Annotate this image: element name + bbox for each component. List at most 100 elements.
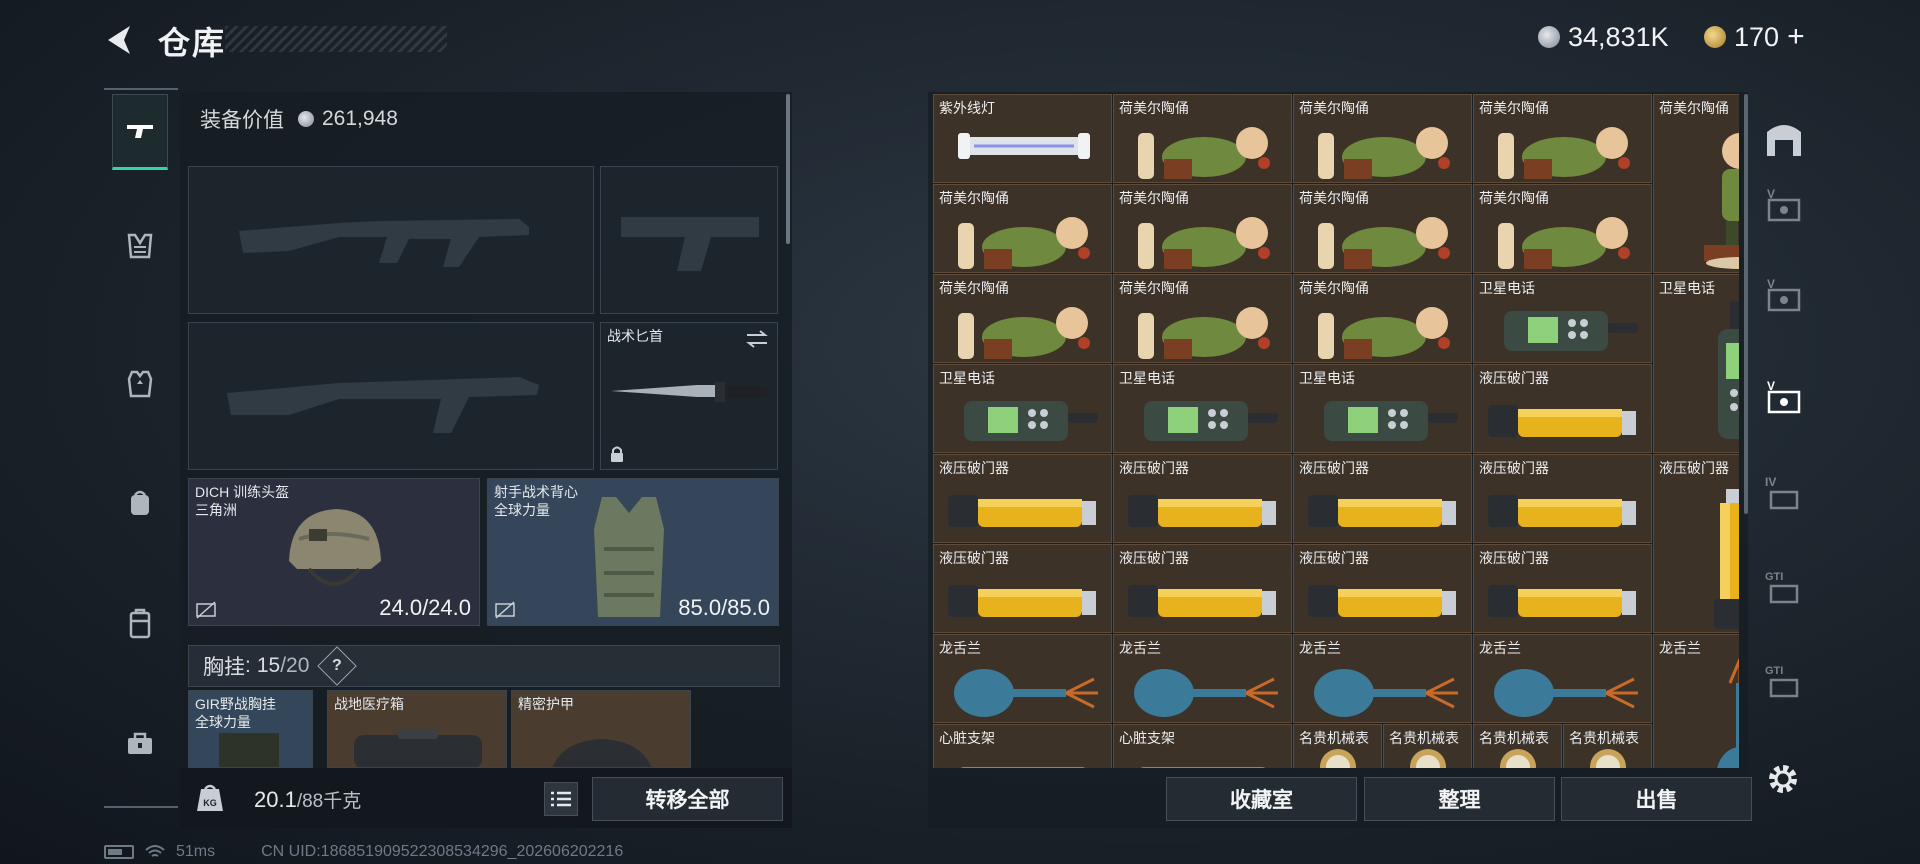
storage-cell[interactable]: 液压破门器 [1473, 364, 1652, 453]
item-name: 荷美尔陶俑 [939, 280, 1009, 296]
watch-icon [1590, 749, 1626, 768]
storage-cell[interactable]: 液压破门器 [933, 454, 1112, 543]
tactical-knife-icon [611, 382, 769, 402]
hydraulic-breacher-icon [1128, 585, 1276, 617]
storage-cell[interactable]: 荷美尔陶俑 [1293, 184, 1472, 273]
figurine-icon [1318, 307, 1450, 359]
vault-icon [1767, 125, 1801, 156]
tab-storage-page[interactable]: GTI [1762, 564, 1806, 610]
storage-cell[interactable]: 荷美尔陶俑 [933, 184, 1112, 273]
storage-cell[interactable]: 卫星电话 [1293, 364, 1472, 453]
tab-armor[interactable] [112, 346, 168, 422]
item-name: 心脏支架 [1119, 730, 1175, 746]
hydraulic-breacher-icon [948, 585, 1096, 617]
storage-cell[interactable]: 卫星电话 [1473, 274, 1652, 363]
storage-cell[interactable]: 名贵机械表 [1473, 724, 1562, 768]
storage-cell[interactable]: 卫星电话 [1653, 274, 1739, 453]
tab-storage-page[interactable]: GTI [1762, 658, 1806, 704]
pistol-silhouette-icon [621, 217, 759, 271]
item-name: 液压破门器 [1659, 460, 1729, 476]
tab-chest-rig[interactable] [112, 208, 168, 284]
inventory-item[interactable]: 战地医疗箱 [327, 690, 507, 768]
satellite-phone-icon [1718, 301, 1739, 439]
tab-toolbox[interactable] [112, 706, 168, 782]
storage-cell[interactable]: 紫外线灯 [933, 94, 1112, 183]
storage-cell[interactable]: 荷美尔陶俑 [1113, 274, 1292, 363]
item-name: 液压破门器 [1479, 370, 1549, 386]
collection-room-button[interactable]: 收藏室 [1166, 777, 1357, 821]
storage-cell[interactable]: 龙舌兰 [1293, 634, 1472, 723]
swap-icon[interactable] [745, 329, 769, 349]
primary-weapon-slot[interactable] [188, 166, 594, 314]
secondary-weapon-slot[interactable] [188, 322, 594, 470]
chest-rig-item-icon [219, 733, 279, 767]
storage-cell[interactable]: 名贵机械表 [1383, 724, 1472, 768]
storage-cell[interactable]: 龙舌兰 [1113, 634, 1292, 723]
inventory-item[interactable]: 精密护甲 [511, 690, 691, 768]
list-view-button[interactable] [544, 782, 578, 816]
page-title: 仓库 [158, 25, 227, 61]
tab-weapons[interactable] [112, 94, 168, 170]
storage-cell[interactable]: 龙舌兰 [933, 634, 1112, 723]
figurine-icon [1498, 127, 1630, 179]
figurine-icon [958, 307, 1090, 359]
storage-cell[interactable]: 荷美尔陶俑 [933, 274, 1112, 363]
equipment-scrollbar[interactable] [786, 94, 790, 244]
item-name: 液压破门器 [939, 460, 1009, 476]
transfer-all-button[interactable]: 转移全部 [592, 777, 783, 821]
tab-storage-page[interactable]: V [1762, 272, 1806, 318]
organize-button[interactable]: 整理 [1364, 777, 1555, 821]
storage-cell[interactable]: 荷美尔陶俑 [1473, 184, 1652, 273]
storage-cell[interactable]: 名贵机械表 [1293, 724, 1382, 768]
item-name: 液压破门器 [1479, 460, 1549, 476]
chest-rig-item[interactable]: GIR野战胸挂 全球力量 [188, 690, 313, 768]
weight-readout: 20.1/88千克 [254, 786, 361, 813]
storage-scrollbar[interactable] [1744, 94, 1748, 514]
storage-cell[interactable]: 液压破门器 [1293, 544, 1472, 633]
storage-cell[interactable]: 龙舌兰 [1653, 634, 1739, 768]
gold-currency[interactable]: 170 + [1704, 20, 1805, 54]
vest-slot[interactable]: 射手战术背心 全球力量 85.0/85.0 [487, 478, 779, 626]
item-name: 荷美尔陶俑 [1299, 100, 1369, 116]
storage-cell[interactable]: 荷美尔陶俑 [1113, 184, 1292, 273]
sell-button[interactable]: 出售 [1561, 777, 1752, 821]
sidearm-slot[interactable] [600, 166, 778, 314]
item-name: 龙舌兰 [1119, 640, 1161, 656]
storage-cell[interactable]: 荷美尔陶俑 [1473, 94, 1652, 183]
add-currency-button[interactable]: + [1787, 20, 1805, 54]
storage-cell[interactable]: 液压破门器 [1293, 454, 1472, 543]
storage-cell[interactable]: 心脏支架 [1113, 724, 1292, 768]
storage-cell[interactable]: 名贵机械表 [1563, 724, 1652, 768]
tab-storage-page[interactable]: V [1762, 182, 1806, 228]
tab-case[interactable] [112, 586, 168, 662]
lock-icon [611, 446, 623, 462]
tab-backpack[interactable] [112, 466, 168, 542]
storage-cell[interactable]: 液压破门器 [1473, 454, 1652, 543]
storage-cell[interactable]: 液压破门器 [1113, 544, 1292, 633]
back-arrow-icon[interactable] [100, 20, 140, 60]
hydraulic-breacher-icon [1308, 495, 1456, 527]
knife-slot[interactable]: 战术匕首 [600, 322, 778, 470]
storage-cell[interactable]: 液压破门器 [933, 544, 1112, 633]
storage-page-icon: GTI [1765, 571, 1799, 604]
storage-cell[interactable]: 荷美尔陶俑 [1113, 94, 1292, 183]
storage-cell[interactable]: 卫星电话 [933, 364, 1112, 453]
storage-cell[interactable]: 龙舌兰 [1473, 634, 1652, 723]
tab-storage-page-active[interactable]: V [1762, 374, 1806, 420]
storage-cell[interactable]: 液压破门器 [1473, 544, 1652, 633]
item-name: 名贵机械表 [1389, 730, 1459, 746]
tab-storage-page[interactable]: IV [1762, 470, 1806, 516]
storage-cell[interactable]: 荷美尔陶俑 [1293, 94, 1472, 183]
helmet-slot[interactable]: DICH 训练头盔 三角洲 24.0/24.0 [188, 478, 480, 626]
storage-cell[interactable]: 荷美尔陶俑 [1293, 274, 1472, 363]
storage-cell[interactable]: 液压破门器 [1653, 454, 1739, 633]
item-name: 紫外线灯 [939, 100, 995, 116]
no-repair-icon [196, 601, 216, 619]
settings-gear-icon[interactable] [1764, 760, 1802, 798]
storage-cell[interactable]: 心脏支架 [933, 724, 1112, 768]
help-button[interactable]: ? [317, 646, 358, 686]
storage-cell[interactable]: 卫星电话 [1113, 364, 1292, 453]
storage-cell[interactable]: 荷美尔陶俑 [1653, 94, 1739, 273]
tab-storage-all[interactable] [1762, 116, 1806, 162]
storage-cell[interactable]: 液压破门器 [1113, 454, 1292, 543]
